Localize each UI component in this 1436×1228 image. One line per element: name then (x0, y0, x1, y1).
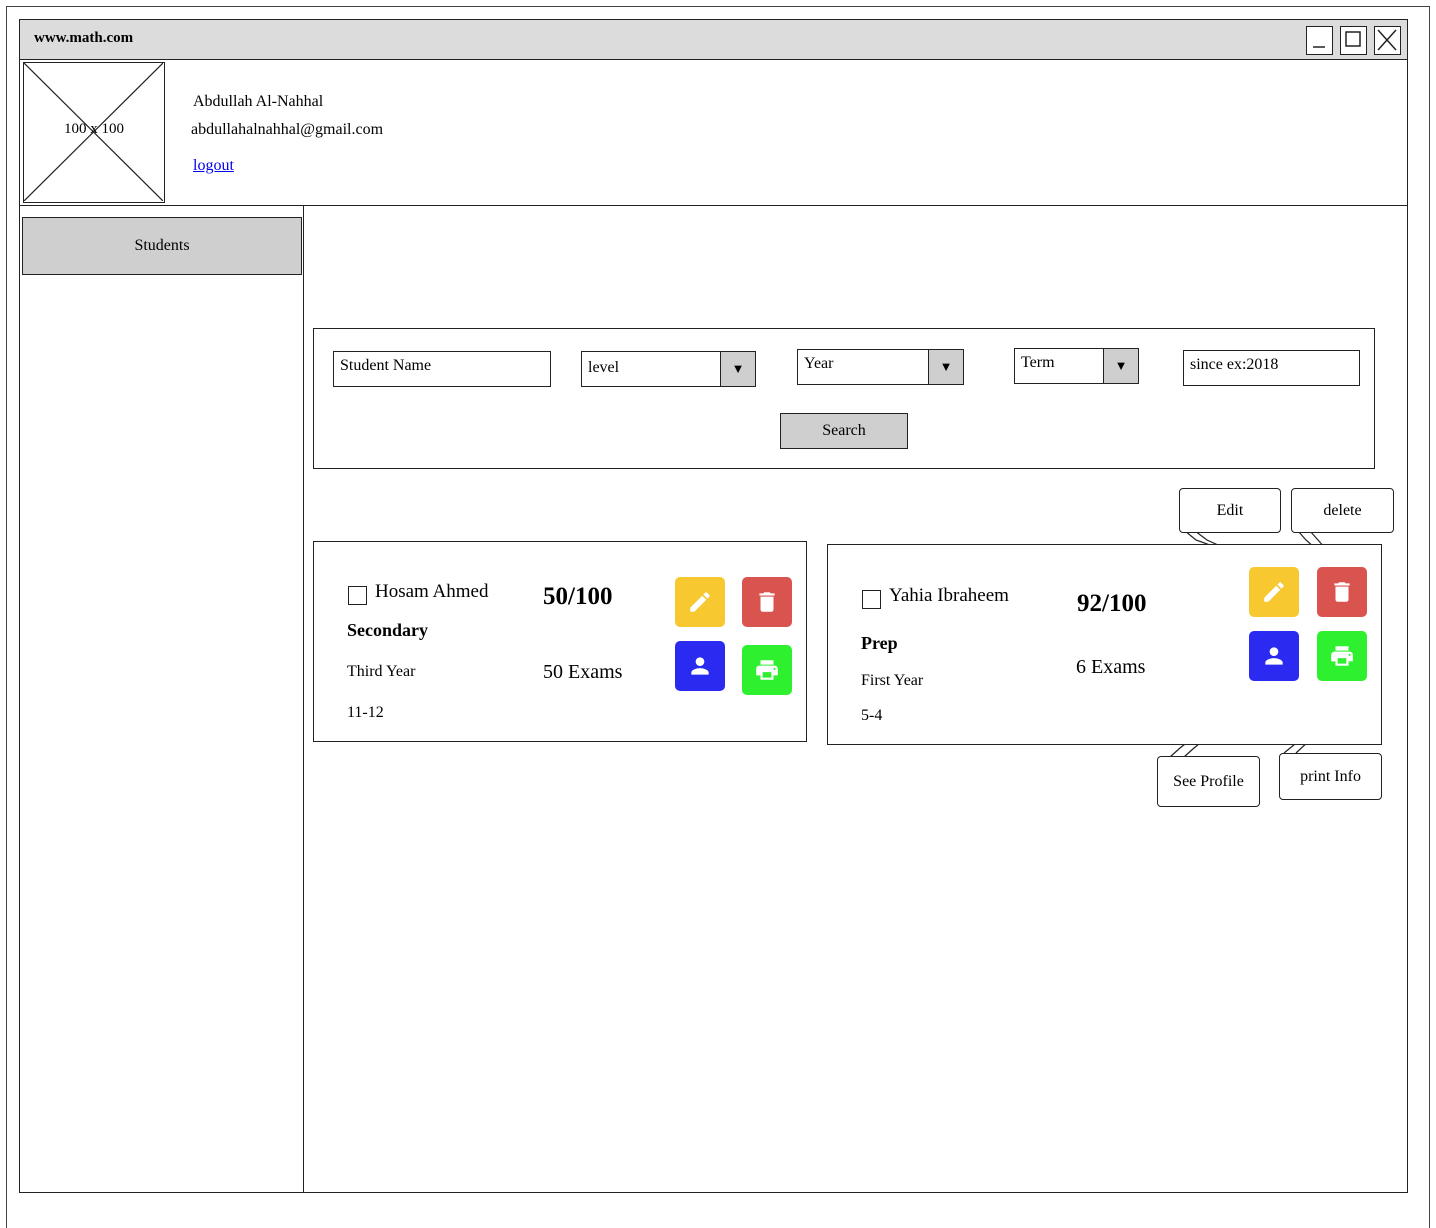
level-select[interactable]: level ▼ (581, 351, 756, 387)
level-select-value: level (588, 359, 620, 376)
window-url: www.math.com (34, 30, 134, 46)
student-year: Third Year (347, 663, 416, 680)
dropdown-arrow-icon: ▼ (1103, 349, 1138, 383)
term-select-value: Term (1021, 354, 1055, 371)
person-icon (1265, 647, 1283, 665)
title-bar (20, 20, 1407, 60)
student-card (313, 541, 807, 742)
delete-callout-label: delete (1323, 501, 1362, 519)
see-profile-callout-label: See Profile (1173, 772, 1244, 790)
year-select[interactable]: Year ▼ (797, 349, 964, 385)
since-year-input[interactable]: since ex:2018 (1183, 350, 1360, 386)
see-profile-button[interactable] (675, 641, 725, 691)
printer-icon (1331, 646, 1353, 666)
student-level: Secondary (347, 620, 428, 640)
edit-callout-label: Edit (1216, 501, 1244, 519)
search-button-label: Search (822, 422, 866, 439)
maximize-icon (1345, 31, 1361, 47)
see-profile-button[interactable] (1249, 631, 1299, 681)
delete-callout: delete (1291, 488, 1394, 533)
minimize-button[interactable] (1306, 26, 1333, 55)
header-divider (20, 205, 1407, 206)
student-name: Hosam Ahmed (375, 581, 489, 602)
close-button[interactable] (1374, 26, 1401, 55)
print-info-callout: print Info (1279, 753, 1382, 800)
student-level: Prep (861, 633, 898, 653)
maximize-button[interactable] (1340, 26, 1367, 55)
close-icon (1377, 29, 1397, 51)
dropdown-arrow-icon: ▼ (928, 350, 963, 384)
since-year-input-text: since ex:2018 (1190, 356, 1279, 373)
user-email: abdullahalnahhal@gmail.com (191, 121, 384, 138)
printer-icon (756, 660, 778, 680)
student-score: 92/100 (1077, 590, 1147, 617)
sidebar-divider (303, 206, 304, 1192)
trash-icon (759, 592, 775, 612)
student-exams-count: 6 Exams (1076, 656, 1146, 678)
print-info-callout-label: print Info (1300, 767, 1361, 785)
student-group: 5-4 (861, 707, 883, 724)
user-name: Abdullah Al-Nahhal (193, 93, 324, 110)
student-exams-count: 50 Exams (543, 661, 623, 683)
sidebar-item-students[interactable]: Students (22, 217, 302, 275)
see-profile-callout: See Profile (1157, 756, 1260, 807)
student-select-checkbox[interactable] (862, 590, 881, 609)
print-info-button[interactable] (1317, 631, 1367, 681)
print-info-button[interactable] (742, 645, 792, 695)
logout-link[interactable]: logout (193, 157, 234, 175)
search-button[interactable]: Search (780, 413, 908, 449)
edit-button[interactable] (1249, 567, 1299, 617)
student-name-input-text: Student Name (340, 357, 432, 374)
minimize-icon (1313, 46, 1325, 48)
student-score: 50/100 (543, 583, 613, 610)
sidebar-item-label: Students (134, 237, 190, 254)
delete-button[interactable] (1317, 567, 1367, 617)
student-name: Yahia Ibraheem (889, 585, 1009, 606)
dropdown-arrow-icon: ▼ (720, 352, 755, 386)
student-select-checkbox[interactable] (348, 586, 367, 605)
pencil-icon (1264, 582, 1284, 602)
edit-button[interactable] (675, 577, 725, 627)
trash-icon (1334, 582, 1350, 602)
edit-callout: Edit (1179, 488, 1281, 533)
delete-button[interactable] (742, 577, 792, 627)
student-name-input[interactable]: Student Name (333, 351, 551, 387)
avatar-size-label: 100 x 100 (64, 121, 124, 137)
term-select[interactable]: Term ▼ (1014, 348, 1139, 384)
student-group: 11-12 (347, 704, 384, 721)
pencil-icon (690, 592, 710, 612)
student-year: First Year (861, 672, 924, 689)
year-select-value: Year (804, 355, 834, 372)
person-icon (691, 657, 709, 675)
